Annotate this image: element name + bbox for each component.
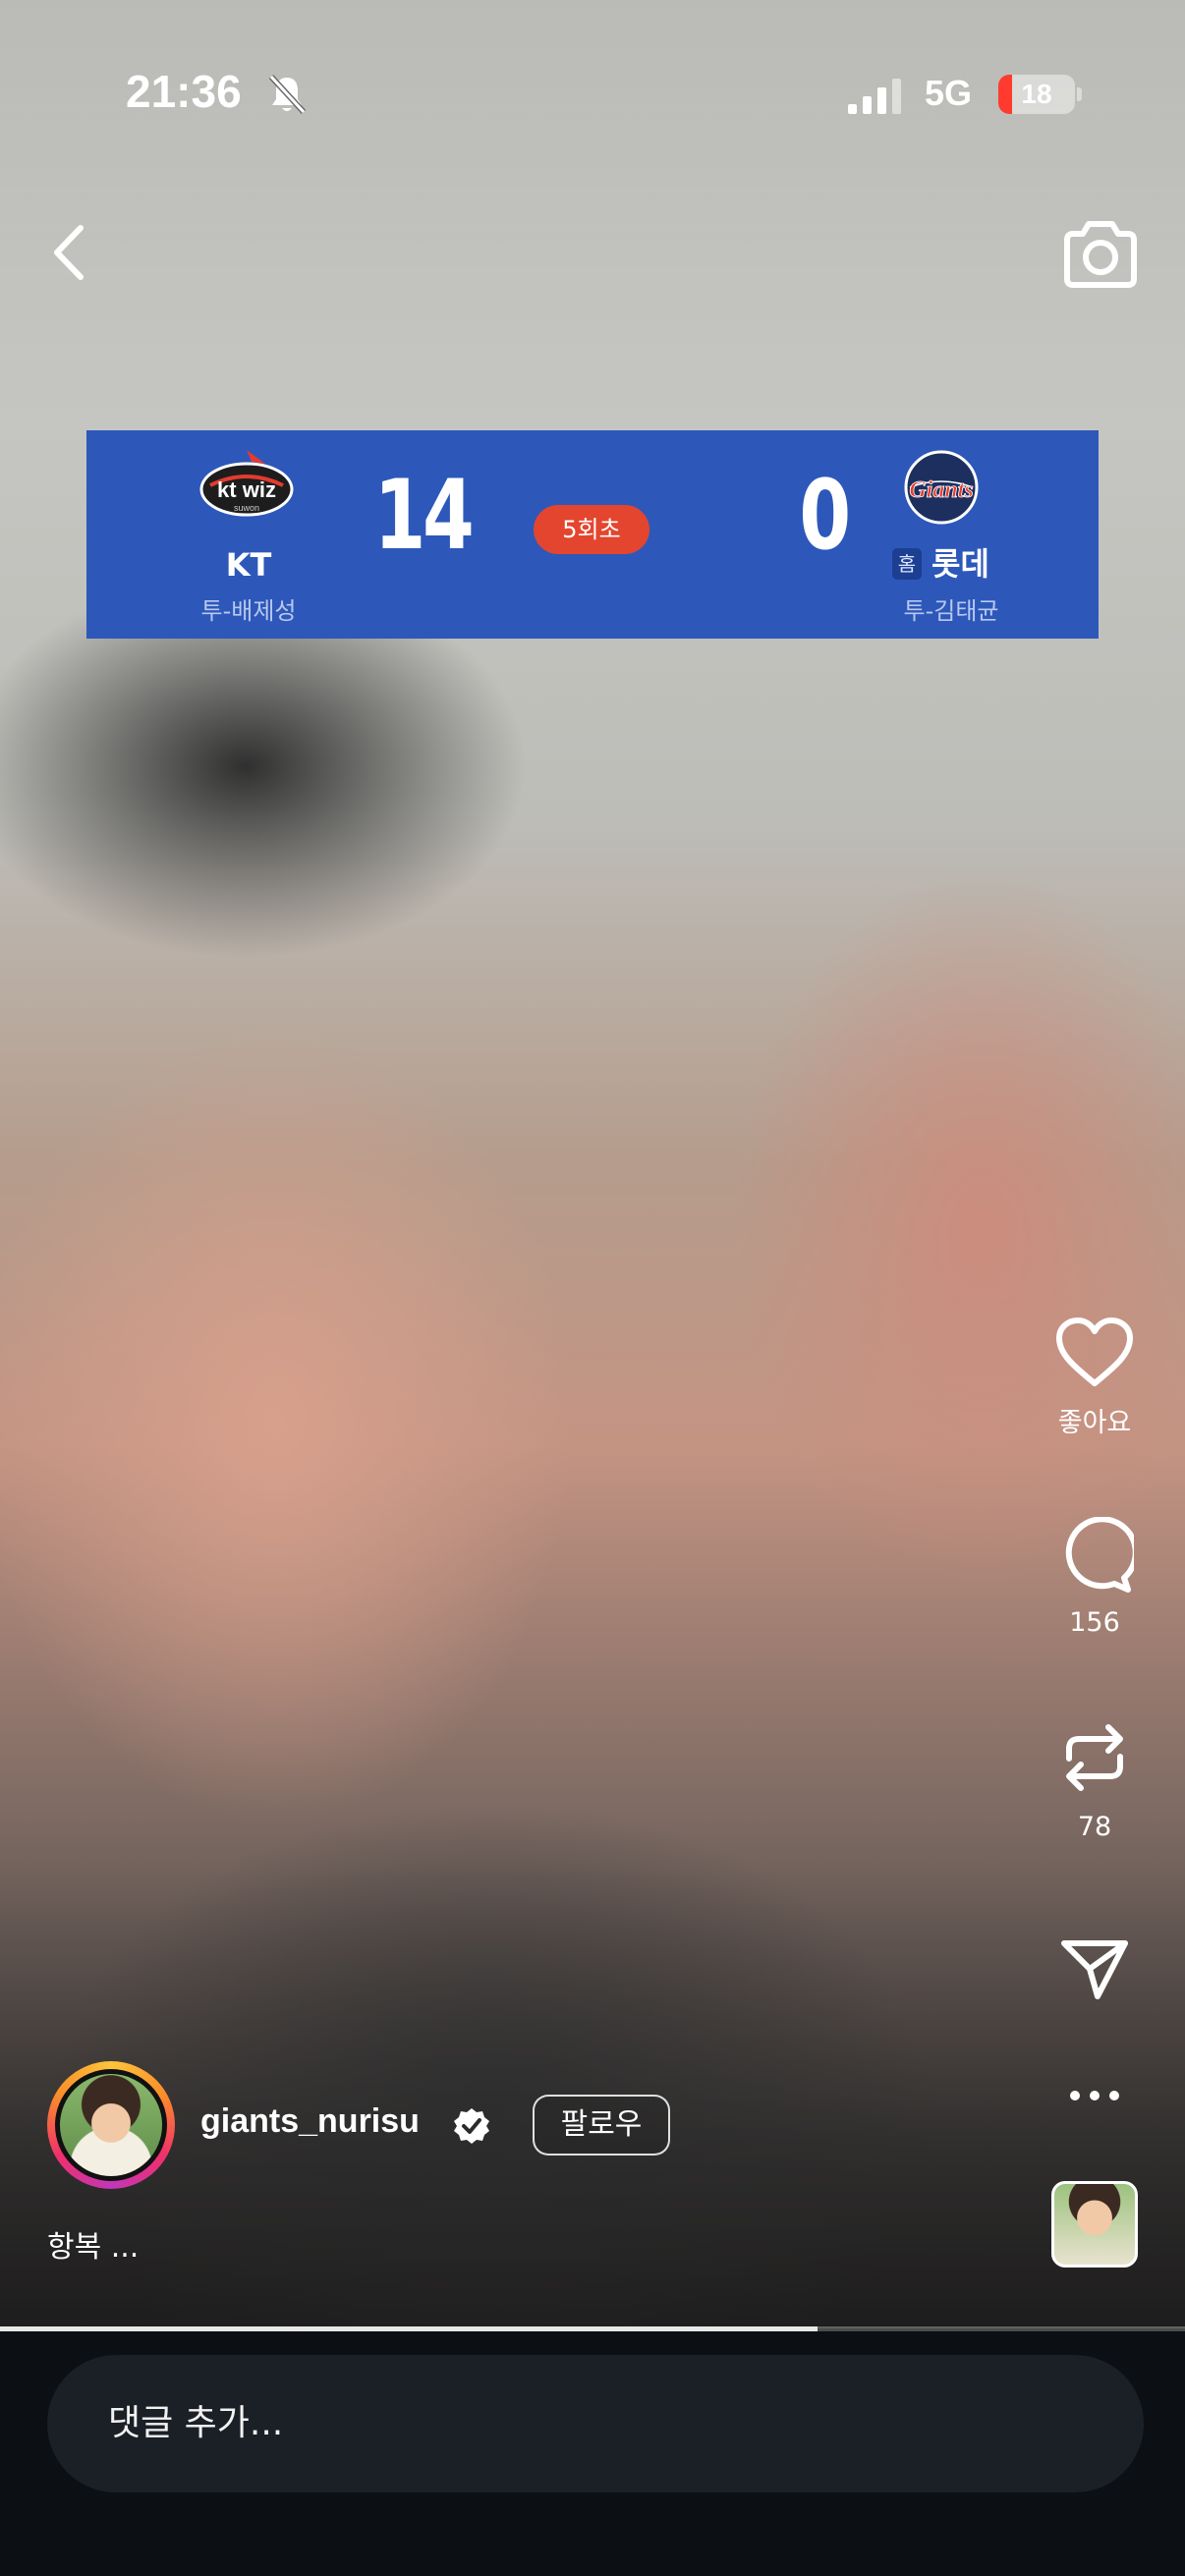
scoreboard: kt wiz suwon KT 투-배제성 14 5회초 0 Giants 홈 … [86, 430, 1099, 639]
username[interactable]: giants_nurisu [200, 2102, 420, 2141]
camera-icon[interactable] [1059, 218, 1142, 291]
repost-count: 78 [1077, 1812, 1112, 1842]
home-pitcher: 투-김태균 [903, 597, 999, 625]
battery-tip [1077, 87, 1082, 101]
away-team-name: KT [225, 546, 272, 584]
status-bar: 21:36 5G 18 [0, 0, 1185, 118]
verified-badge-icon [454, 2108, 489, 2144]
bell-slash-icon [268, 74, 307, 115]
more-dots-icon [1070, 2091, 1119, 2100]
home-badge: 홈 [892, 548, 922, 580]
more-options-button[interactable] [1047, 2073, 1142, 2118]
home-score: 0 [799, 460, 851, 572]
paper-plane-icon [1061, 1940, 1128, 1999]
svg-text:kt wiz: kt wiz [217, 477, 276, 502]
home-team-name: 롯데 [931, 545, 989, 583]
inning-badge: 5회초 [534, 505, 649, 554]
avatar[interactable] [47, 2061, 175, 2189]
battery-level: 18 [1021, 79, 1052, 109]
signal-icon [848, 79, 901, 114]
away-score: 14 [373, 460, 475, 572]
avatar-image [60, 2074, 162, 2176]
network-type: 5G [925, 73, 973, 113]
follow-button[interactable]: 팔로우 [533, 2095, 670, 2156]
reels-viewer: 21:36 5G 18 kt wiz suwon KT 투-배제성 14 5회초… [0, 0, 1185, 2576]
chevron-left-icon[interactable] [43, 218, 102, 287]
like-label: 좋아요 [1057, 1408, 1132, 1438]
giants-logo-icon: Giants [904, 450, 979, 525]
audio-thumbnail[interactable] [1051, 2181, 1138, 2268]
repost-button[interactable]: 78 [1047, 1715, 1142, 1842]
comment-count: 156 [1069, 1607, 1120, 1638]
comment-button[interactable]: 156 [1047, 1517, 1142, 1638]
speech-bubble-icon [1065, 1517, 1134, 1593]
home-team: 홈 롯데 [892, 542, 1049, 586]
comment-bar: 댓글 추가... [0, 2331, 1185, 2576]
share-button[interactable] [1047, 1933, 1142, 2002]
away-pitcher: 투-배제성 [200, 597, 297, 625]
heart-icon [1056, 1317, 1133, 1386]
like-button[interactable]: 좋아요 [1047, 1315, 1142, 1439]
caption[interactable]: 항복 ... [47, 2222, 139, 2266]
comment-input[interactable]: 댓글 추가... [47, 2355, 1144, 2492]
repost-icon [1066, 1724, 1123, 1791]
svg-text:suwon: suwon [234, 503, 259, 513]
status-time: 21:36 [126, 66, 242, 117]
kt-wiz-logo-icon: kt wiz suwon [199, 450, 294, 517]
avatar-inner [55, 2069, 167, 2181]
battery-icon: 18 [998, 75, 1075, 114]
svg-text:Giants: Giants [909, 477, 973, 503]
